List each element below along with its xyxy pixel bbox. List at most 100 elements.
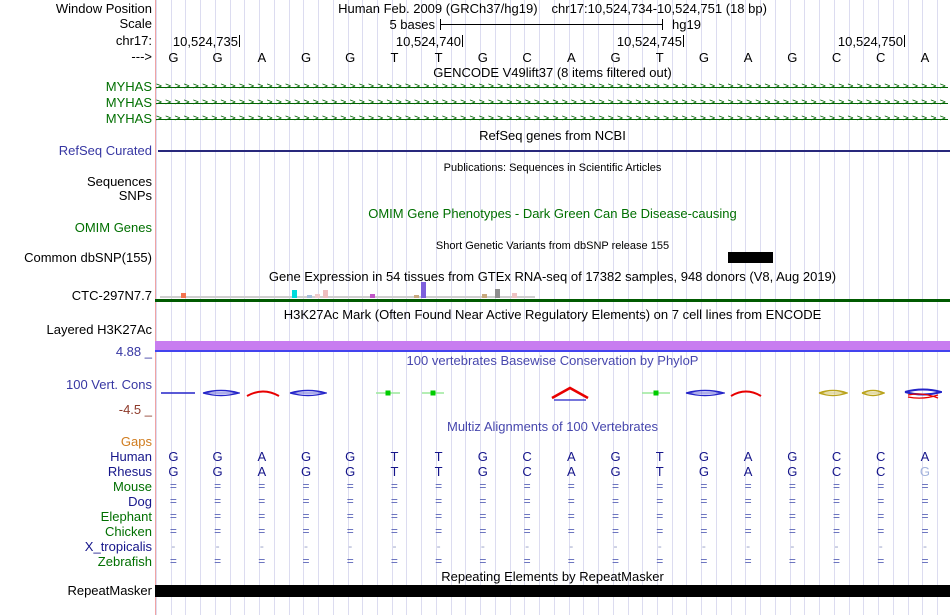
conservation-label[interactable]: 100 Vert. Cons: [66, 378, 152, 392]
gtex-tissue-bar[interactable]: [482, 294, 487, 298]
multiz-align-mark: =: [214, 554, 222, 568]
multiz-track-title[interactable]: Multiz Alignments of 100 Vertebrates: [155, 420, 950, 434]
dbsnp-variant-box[interactable]: [728, 252, 773, 263]
gene-direction-arrows[interactable]: >>>>>>>>>>>>>>>>>>>>>>>>>>>>>>>>>>>>>>>>…: [156, 111, 948, 127]
multiz-species-label[interactable]: Elephant: [101, 510, 152, 524]
multiz-species-label[interactable]: Rhesus: [108, 465, 152, 479]
gene-direction-arrows[interactable]: >>>>>>>>>>>>>>>>>>>>>>>>>>>>>>>>>>>>>>>>…: [156, 95, 948, 111]
multiz-base: G: [610, 449, 621, 464]
multiz-align-mark: =: [744, 524, 752, 538]
multiz-gap-mark: -: [348, 539, 353, 553]
multiz-align-mark: =: [214, 494, 222, 508]
dbsnp-label[interactable]: Common dbSNP(155): [24, 251, 152, 265]
multiz-gap-mark: -: [701, 539, 706, 553]
multiz-align-mark: =: [567, 479, 575, 493]
repeatmasker-element-bar[interactable]: [155, 585, 950, 597]
phylop-glyph: [861, 389, 885, 397]
coordinate-tick: [904, 35, 905, 47]
multiz-base: T: [434, 449, 443, 464]
phylop-glyph: [818, 389, 848, 397]
multiz-base: G: [300, 464, 312, 479]
omim-track-title[interactable]: OMIM Gene Phenotypes - Dark Green Can Be…: [155, 207, 950, 221]
h3k27ac-label[interactable]: Layered H3K27Ac: [46, 323, 152, 337]
multiz-align-mark: =: [479, 509, 487, 523]
multiz-align-mark: =: [214, 509, 222, 523]
multiz-base: T: [655, 449, 664, 464]
multiz-base: C: [831, 464, 842, 479]
gtex-track-title[interactable]: Gene Expression in 54 tissues from GTEx …: [155, 270, 950, 284]
gencode-item-label[interactable]: MYHAS: [106, 112, 152, 126]
multiz-align-mark: =: [169, 479, 177, 493]
dbsnp-track-title[interactable]: Short Genetic Variants from dbSNP releas…: [155, 239, 950, 253]
multiz-species-label[interactable]: Gaps: [121, 435, 152, 449]
multiz-align-mark: =: [744, 509, 752, 523]
multiz-align-mark: =: [788, 509, 796, 523]
sequence-base: G: [168, 50, 179, 65]
gtex-tissue-bar[interactable]: [495, 289, 500, 298]
h3k27ac-signal-bar[interactable]: [155, 341, 950, 350]
sequence-base: G: [300, 50, 312, 65]
refseq-track-title[interactable]: RefSeq genes from NCBI: [155, 129, 950, 143]
multiz-species-label[interactable]: Dog: [128, 495, 152, 509]
scale-tick-right: [662, 19, 663, 30]
multiz-base: G: [168, 464, 179, 479]
multiz-gap-mark: -: [569, 539, 574, 553]
gtex-tissue-bar[interactable]: [292, 290, 297, 298]
gtex-tissue-bar[interactable]: [512, 293, 517, 298]
multiz-gap-mark: -: [436, 539, 441, 553]
multiz-base: T: [390, 464, 399, 479]
gtex-gene-label[interactable]: CTC-297N7.7: [72, 289, 152, 303]
gtex-tissue-bar[interactable]: [307, 295, 312, 298]
gtex-tissue-bar[interactable]: [370, 294, 375, 298]
gene-direction-arrows[interactable]: >>>>>>>>>>>>>>>>>>>>>>>>>>>>>>>>>>>>>>>>…: [156, 79, 948, 95]
chromosome-label: chr17:: [115, 33, 152, 48]
conservation-track-title[interactable]: 100 vertebrates Basewise Conservation by…: [155, 354, 950, 368]
multiz-align-mark: =: [390, 509, 398, 523]
repeatmasker-label[interactable]: RepeatMasker: [67, 584, 152, 598]
sequence-base: G: [787, 50, 798, 65]
sequence-base: A: [257, 50, 267, 65]
multiz-align-mark: =: [302, 509, 310, 523]
multiz-base: G: [300, 449, 312, 464]
gtex-gene-model-line[interactable]: [155, 299, 950, 302]
gtex-tissue-bar[interactable]: [414, 295, 419, 298]
multiz-align-mark: =: [302, 524, 310, 538]
gtex-tissue-bar[interactable]: [181, 293, 186, 298]
multiz-species-label[interactable]: Zebrafish: [98, 555, 152, 569]
gtex-tissue-bar[interactable]: [421, 282, 426, 298]
sequence-base: G: [345, 50, 356, 65]
multiz-base: T: [390, 449, 399, 464]
snps-label[interactable]: SNPs: [119, 189, 152, 203]
multiz-align-mark: =: [214, 479, 222, 493]
gencode-track-title[interactable]: GENCODE V49lift37 (8 items filtered out): [155, 66, 950, 80]
gtex-tissue-bar[interactable]: [323, 290, 328, 298]
multiz-align-mark: =: [169, 524, 177, 538]
publications-track-title[interactable]: Publications: Sequences in Scientific Ar…: [155, 161, 950, 175]
scale-assembly-label: hg19: [672, 17, 701, 32]
multiz-align-mark: =: [611, 509, 620, 523]
multiz-align-mark: =: [700, 509, 708, 523]
repeatmasker-track-title[interactable]: Repeating Elements by RepeatMasker: [155, 570, 950, 584]
multiz-align-mark: =: [214, 524, 222, 538]
refseq-gene-line[interactable]: [158, 150, 950, 152]
gtex-tissue-bar[interactable]: [315, 294, 320, 298]
multiz-gap-mark: -: [525, 539, 530, 553]
multiz-species-label[interactable]: Mouse: [113, 480, 152, 494]
gencode-item-label[interactable]: MYHAS: [106, 96, 152, 110]
multiz-species-label[interactable]: Chicken: [105, 525, 152, 539]
h3k27ac-track-title[interactable]: H3K27Ac Mark (Often Found Near Active Re…: [155, 308, 950, 322]
multiz-gap-mark: -: [834, 539, 839, 553]
multiz-base: G: [787, 449, 798, 464]
multiz-align-mark: =: [258, 524, 266, 538]
sequences-label[interactable]: Sequences: [87, 175, 152, 189]
multiz-align-mark: =: [169, 554, 177, 568]
gencode-item-label[interactable]: MYHAS: [106, 80, 152, 94]
multiz-align-mark: =: [700, 524, 708, 538]
multiz-species-label[interactable]: Human: [110, 450, 152, 464]
strand-direction-label[interactable]: --->: [131, 50, 152, 64]
multiz-align-mark: =: [479, 494, 487, 508]
refseq-curated-label[interactable]: RefSeq Curated: [59, 144, 152, 158]
multiz-species-label[interactable]: X_tropicalis: [85, 540, 152, 554]
multiz-align-mark: =: [877, 509, 885, 523]
omim-genes-label[interactable]: OMIM Genes: [75, 221, 152, 235]
